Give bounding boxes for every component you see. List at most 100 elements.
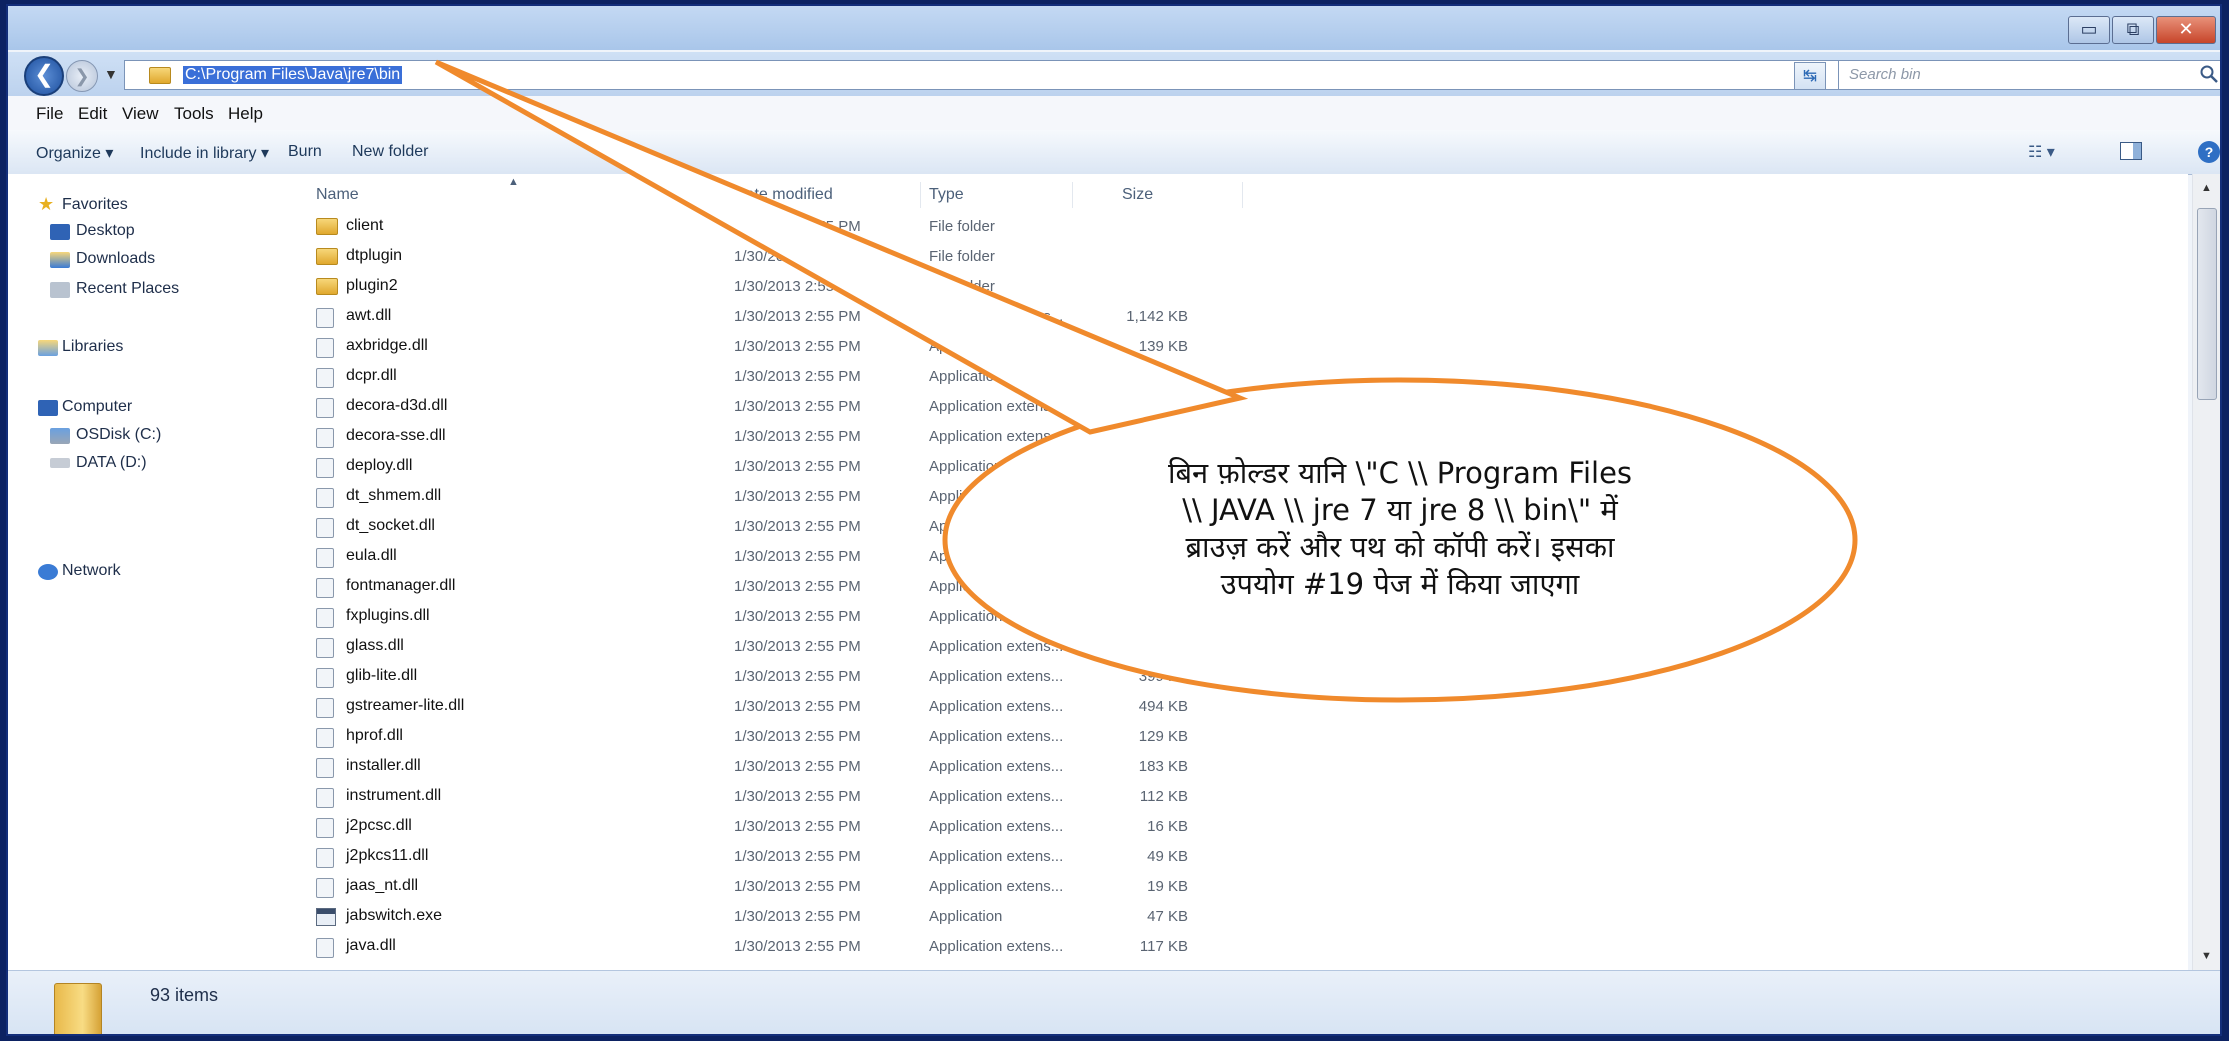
search-placeholder: Search bin	[1849, 66, 1921, 83]
file-type: Application extens...	[929, 638, 1064, 655]
burn-button[interactable]: Burn	[288, 143, 322, 161]
column-date-modified[interactable]: Date modified	[734, 186, 833, 204]
column-size[interactable]: Size	[1122, 186, 1153, 204]
file-row[interactable]: jaas_nt.dll 1/30/2013 2:55 PM Application …	[288, 872, 1188, 902]
menu-edit[interactable]: Edit	[78, 104, 107, 124]
file-type: Application extens...	[929, 548, 1064, 565]
file-date: 1/30/2013 2:55 PM	[734, 698, 861, 715]
file-type: Application extens...	[929, 308, 1064, 325]
file-name: java.dll	[346, 937, 396, 954]
search-input[interactable]: Search bin	[1838, 60, 2220, 90]
file-row[interactable]: installer.dll 1/30/2013 2:55 PM Applicatio…	[288, 752, 1188, 782]
file-date: 1/30/2013 2:55 PM	[734, 578, 861, 595]
file-size: 47 KB	[1147, 908, 1188, 925]
column-name[interactable]: Name	[316, 186, 359, 204]
nav-libraries[interactable]: Libraries	[62, 338, 123, 356]
file-row[interactable]: dt_socket.dll 1/30/2013 2:55 PM Applicatio…	[288, 512, 1188, 542]
nav-data-drive[interactable]: DATA (D:)	[76, 454, 147, 472]
address-bar[interactable]: C:\Program Files\Java\jre7\bin ▼	[124, 60, 1900, 90]
file-row[interactable]: dcpr.dll 1/30/2013 2:55 PM Application ext…	[288, 362, 1188, 392]
file-name: gstreamer-lite.dll	[346, 697, 465, 714]
file-row[interactable]: decora-d3d.dll 1/30/2013 2:55 PM Applicati…	[288, 392, 1188, 422]
file-row[interactable]: client 1/30/2013 2:55 PM File folder	[288, 212, 1188, 242]
file-type: Application extens...	[929, 578, 1064, 595]
views-icon[interactable]: ☷ ▾	[2028, 142, 2055, 162]
column-type[interactable]: Type	[929, 186, 964, 204]
file-type: Application extens...	[929, 518, 1064, 535]
file-row[interactable]: java.dll 1/30/2013 2:55 PM Application ext…	[288, 932, 1188, 962]
preview-pane-icon[interactable]	[2120, 142, 2142, 160]
file-row[interactable]: glass.dll 1/30/2013 2:55 PM Application ex…	[288, 632, 1188, 662]
file-row[interactable]: hprof.dll 1/30/2013 2:55 PM Application ex…	[288, 722, 1188, 752]
organize-button[interactable]: Organize ▾	[36, 143, 113, 163]
file-row[interactable]: j2pkcs11.dll 1/30/2013 2:55 PM Application…	[288, 842, 1188, 872]
file-row[interactable]: plugin2 1/30/2013 2:55 PM File folder	[288, 272, 1188, 302]
folder-icon	[316, 248, 338, 265]
include-in-library-button[interactable]: Include in library ▾	[140, 143, 269, 163]
file-row[interactable]: jabswitch.exe 1/30/2013 2:55 PM Applicatio…	[288, 902, 1188, 932]
help-icon[interactable]: ?	[2198, 141, 2220, 163]
dll-file-icon	[316, 548, 334, 568]
folder-icon	[149, 67, 171, 84]
file-row[interactable]: j2pcsc.dll 1/30/2013 2:55 PM Application e…	[288, 812, 1188, 842]
file-date: 1/30/2013 2:55 PM	[734, 818, 861, 835]
scrollbar-thumb[interactable]	[2197, 208, 2217, 400]
nav-osdisk[interactable]: OSDisk (C:)	[76, 426, 161, 444]
nav-desktop[interactable]: Desktop	[76, 222, 135, 240]
nav-computer[interactable]: Computer	[62, 398, 132, 416]
refresh-button[interactable]: ↹	[1794, 62, 1826, 90]
menu-tools[interactable]: Tools	[174, 104, 214, 124]
scroll-down-icon[interactable]: ▼	[2201, 950, 2212, 962]
file-row[interactable]: gstreamer-lite.dll 1/30/2013 2:55 PM Appli…	[288, 692, 1188, 722]
nav-recent-places[interactable]: Recent Places	[76, 280, 179, 298]
file-date: 1/30/2013 2:55 PM	[734, 488, 861, 505]
file-date: 1/30/2013 2:55 PM	[734, 638, 861, 655]
search-icon[interactable]	[2199, 64, 2219, 84]
file-name: hprof.dll	[346, 727, 403, 744]
file-row[interactable]: eula.dll 1/30/2013 2:55 PM Application ext…	[288, 542, 1188, 572]
file-type: Application extens...	[929, 458, 1064, 475]
file-row[interactable]: deploy.dll 1/30/2013 2:55 PM Application e…	[288, 452, 1188, 482]
new-folder-button[interactable]: New folder	[352, 143, 428, 161]
menu-help[interactable]: Help	[228, 104, 263, 124]
callout-line: \\ JAVA \\ jre 7 या jre 8 \\ bin\" में	[1182, 493, 1618, 527]
scroll-up-icon[interactable]: ▲	[2201, 182, 2212, 194]
maximize-button[interactable]: ⧉	[2112, 16, 2154, 44]
file-row[interactable]: fontmanager.dll 1/30/2013 2:55 PM Applicat…	[288, 572, 1188, 602]
address-path[interactable]: C:\Program Files\Java\jre7\bin	[183, 66, 403, 84]
file-row[interactable]: axbridge.dll 1/30/2013 2:55 PM Application…	[288, 332, 1188, 362]
forward-button[interactable]: ❯	[66, 60, 98, 92]
file-row[interactable]: fxplugins.dll 1/30/2013 2:55 PM Applicatio…	[288, 602, 1188, 632]
file-date: 1/30/2013 2:55 PM	[734, 218, 861, 235]
file-row[interactable]: dt_shmem.dll 1/30/2013 2:55 PM Application…	[288, 482, 1188, 512]
file-row[interactable]: glib-lite.dll 1/30/2013 2:55 PM Applicatio…	[288, 662, 1188, 692]
recent-pages-dropdown[interactable]: ▼	[104, 66, 118, 82]
nav-downloads[interactable]: Downloads	[76, 250, 155, 268]
sort-arrow-icon: ▲	[508, 176, 519, 188]
minimize-button[interactable]: ▭	[2068, 16, 2110, 44]
column-divider[interactable]	[1072, 182, 1073, 208]
file-row[interactable]: instrument.dll 1/30/2013 2:55 PM Applicati…	[288, 782, 1188, 812]
file-type: File folder	[929, 218, 995, 235]
file-row[interactable]: awt.dll 1/30/2013 2:55 PM Application exte…	[288, 302, 1188, 332]
column-divider[interactable]	[920, 182, 921, 208]
menu-file[interactable]: File	[36, 104, 63, 124]
file-name: awt.dll	[346, 307, 392, 324]
file-type: Application extens...	[929, 878, 1064, 895]
nav-network[interactable]: Network	[62, 562, 121, 580]
file-size: 129 KB	[1138, 728, 1188, 745]
vertical-scrollbar[interactable]: ▲ ▼	[2192, 174, 2220, 970]
file-size: 183 KB	[1138, 758, 1188, 775]
file-name: dtplugin	[346, 247, 403, 264]
file-size: 494 KB	[1138, 698, 1188, 715]
file-row[interactable]: decora-sse.dll 1/30/2013 2:55 PM Applicati…	[288, 422, 1188, 452]
nav-favorites[interactable]: Favorites	[62, 196, 128, 214]
dll-file-icon	[316, 668, 334, 688]
file-row[interactable]: dtplugin 1/30/2013 2:55 PM File folder	[288, 242, 1188, 272]
column-divider[interactable]	[724, 182, 725, 208]
menu-view[interactable]: View	[122, 104, 159, 124]
column-divider[interactable]	[1242, 182, 1243, 208]
back-button[interactable]: ❮	[24, 56, 64, 96]
dll-file-icon	[316, 308, 334, 328]
close-button[interactable]: ✕	[2156, 16, 2216, 44]
